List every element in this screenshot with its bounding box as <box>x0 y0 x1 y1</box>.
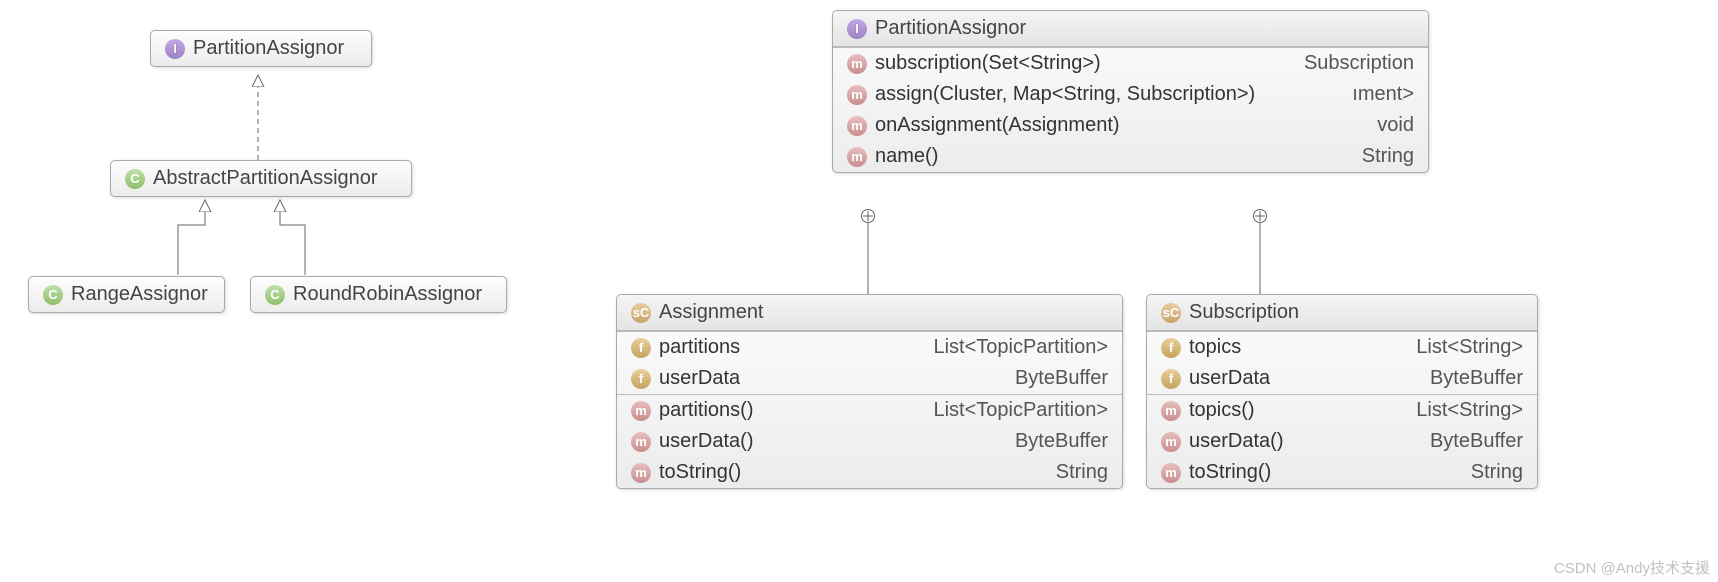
method-row: m onAssignment(Assignment) void <box>833 110 1428 141</box>
method-sig: userData() <box>659 430 753 453</box>
method-ret: String <box>1038 461 1108 484</box>
field-row: f userData ByteBuffer <box>1147 363 1537 394</box>
method-icon: m <box>631 432 651 452</box>
method-sig: name() <box>875 145 938 168</box>
node-subscription[interactable]: sC Subscription ftopicsList<String> fuse… <box>1146 294 1538 489</box>
field-sig: userData <box>1189 367 1270 390</box>
interface-icon: I <box>165 39 185 59</box>
class-icon: C <box>43 285 63 305</box>
method-sig: userData() <box>1189 430 1283 453</box>
method-sig: subscription(Set<String>) <box>875 52 1101 75</box>
method-ret: ıment> <box>1334 83 1414 106</box>
class-name: RangeAssignor <box>71 283 208 306</box>
class-name: AbstractPartitionAssignor <box>153 167 378 190</box>
diagram-canvas: I PartitionAssignor C AbstractPartitionA… <box>0 0 1718 582</box>
methods-section: m partitions() List<TopicPartition> muserD… <box>617 394 1122 488</box>
class-name: PartitionAssignor <box>193 37 344 60</box>
field-ret: ByteBuffer <box>1412 367 1523 390</box>
class-name: Assignment <box>659 301 764 324</box>
node-partitionassignor-detail[interactable]: I PartitionAssignor m subscription(Set<St… <box>832 10 1429 173</box>
method-ret: String <box>1453 461 1523 484</box>
fields-section: f partitions List<TopicPartition> f userDat… <box>617 331 1122 394</box>
method-ret: String <box>1344 145 1414 168</box>
fields-section: ftopics List<String> f userData ByteBuffer <box>1147 331 1537 394</box>
method-sig: toString() <box>1189 461 1271 484</box>
method-row: m subscription(Set<String>) Subscription <box>833 48 1428 79</box>
field-sig: partitions <box>659 336 740 359</box>
interface-icon: I <box>847 19 867 39</box>
method-icon: m <box>847 85 867 105</box>
node-rangeassignor[interactable]: C RangeAssignor <box>28 276 225 313</box>
class-icon: C <box>265 285 285 305</box>
method-row: m toString() String <box>617 457 1122 488</box>
method-icon: m <box>631 401 651 421</box>
method-sig: assign(Cluster, Map<String, Subscription… <box>875 83 1255 106</box>
field-ret: List<String> <box>1398 336 1523 359</box>
class-name: Subscription <box>1189 301 1299 324</box>
method-ret: Subscription <box>1286 52 1414 75</box>
watermark: CSDN @Andy技术支援 <box>1554 557 1710 578</box>
method-row: m assign(Cluster, Map<String, Subscriptio… <box>833 79 1428 110</box>
method-icon: m <box>1161 401 1181 421</box>
method-icon: m <box>847 147 867 167</box>
method-sig: toString() <box>659 461 741 484</box>
field-sig: topics <box>1189 336 1241 359</box>
method-sig: onAssignment(Assignment) <box>875 114 1120 137</box>
field-ret: ByteBuffer <box>997 367 1108 390</box>
method-row: m name() String <box>833 141 1428 172</box>
method-icon: m <box>847 54 867 74</box>
methods-section: m subscription(Set<String>) Subscription m… <box>833 47 1428 172</box>
method-sig: topics() <box>1189 399 1255 422</box>
method-icon: m <box>1161 432 1181 452</box>
method-sig: partitions() <box>659 399 753 422</box>
field-icon: f <box>1161 369 1181 389</box>
node-assignment[interactable]: sC Assignment f partitions List<TopicParti… <box>616 294 1123 489</box>
method-ret: ByteBuffer <box>1412 430 1523 453</box>
node-abstractpartitionassignor[interactable]: C AbstractPartitionAssignor <box>110 160 412 197</box>
method-ret: void <box>1359 114 1414 137</box>
field-row: ftopics List<String> <box>1147 332 1537 363</box>
method-ret: ByteBuffer <box>997 430 1108 453</box>
method-row: m userData() ByteBuffer <box>617 426 1122 457</box>
method-icon: m <box>1161 463 1181 483</box>
method-row: m partitions() List<TopicPartition> <box>617 395 1122 426</box>
method-ret: List<String> <box>1398 399 1523 422</box>
class-name: RoundRobinAssignor <box>293 283 482 306</box>
field-ret: List<TopicPartition> <box>915 336 1108 359</box>
field-sig: userData <box>659 367 740 390</box>
static-class-icon: sC <box>1161 303 1181 323</box>
node-roundrobinassignor[interactable]: C RoundRobinAssignor <box>250 276 507 313</box>
node-partitionassignor-interface[interactable]: I PartitionAssignor <box>150 30 372 67</box>
method-row: m userData() ByteBuffer <box>1147 426 1537 457</box>
method-icon: m <box>631 463 651 483</box>
method-row: m topics() List<String> <box>1147 395 1537 426</box>
class-icon: C <box>125 169 145 189</box>
field-icon: f <box>1161 338 1181 358</box>
field-icon: f <box>631 369 651 389</box>
field-icon: f <box>631 338 651 358</box>
methods-section: m topics() List<String> m userData() ByteBuf… <box>1147 394 1537 488</box>
field-row: f partitions List<TopicPartition> <box>617 332 1122 363</box>
method-row: m toString() String <box>1147 457 1537 488</box>
class-name: PartitionAssignor <box>875 17 1026 40</box>
method-icon: m <box>847 116 867 136</box>
field-row: f userData ByteBuffer <box>617 363 1122 394</box>
method-ret: List<TopicPartition> <box>915 399 1108 422</box>
static-class-icon: sC <box>631 303 651 323</box>
